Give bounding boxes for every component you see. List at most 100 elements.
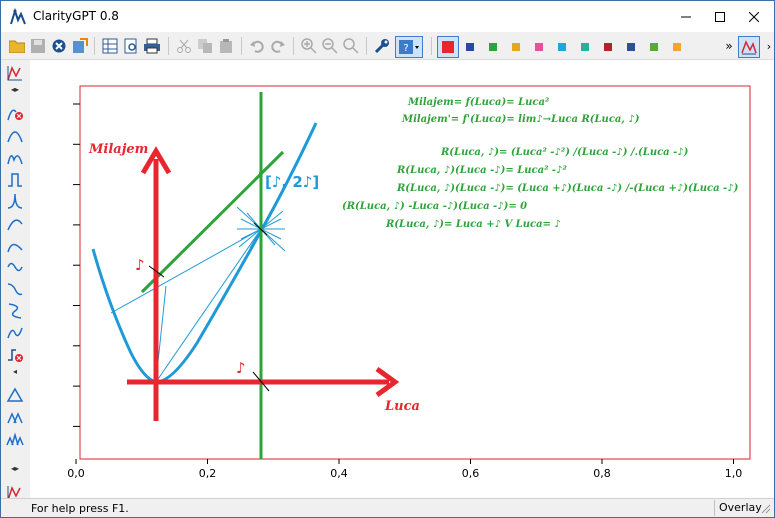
chart-mode-button[interactable] (738, 36, 760, 58)
sidebar-scroll-arrows[interactable]: ◂▸ (6, 85, 24, 95)
curve-sine-icon[interactable] (6, 280, 24, 298)
curve-hump-icon[interactable] (6, 214, 24, 232)
zoom-out-button[interactable] (320, 36, 340, 56)
data-table-button[interactable] (100, 36, 120, 56)
window-title: ClarityGPT 0.8 (33, 9, 119, 23)
maximize-icon (715, 11, 725, 22)
curve-skew-icon[interactable] (6, 236, 24, 254)
color-swatch-6[interactable] (581, 43, 589, 51)
chart-line-icon (741, 40, 757, 55)
triangle-pair-icon[interactable] (6, 408, 24, 426)
minimize-icon (681, 16, 691, 17)
plot-svg: 0,0 0,2 0,4 0,6 0,8 1,0 Milajem Luca ♪ ♪… (67, 85, 751, 480)
status-mode-panel: Overlay (714, 500, 767, 516)
zoom-in-button[interactable] (299, 36, 319, 56)
curve-s-icon[interactable] (6, 302, 24, 320)
sidebar-scroll-arrows[interactable]: ◂ (6, 367, 24, 377)
curve-step-icon[interactable] (6, 170, 24, 188)
cut-button[interactable] (174, 36, 194, 56)
zoom-in-icon (301, 38, 317, 54)
color-swatch-10[interactable] (673, 43, 681, 51)
color-swatch-1[interactable] (466, 43, 474, 51)
curve-double-peak-icon[interactable] (6, 148, 24, 166)
print-preview-icon (124, 38, 137, 54)
help-dropdown-button[interactable]: ? (395, 36, 423, 58)
save-button[interactable] (28, 36, 48, 56)
export-icon (73, 38, 88, 53)
color-swatch-4[interactable] (535, 43, 543, 51)
x-axis-label: Luca (384, 399, 420, 414)
copy-icon (198, 39, 212, 53)
formula-line-4: R(Luca, ♪)(Luca -♪)= Luca² -♪² (396, 165, 567, 176)
x-tick-label: 0,0 (67, 467, 85, 480)
stop-button[interactable] (49, 36, 69, 56)
curve-peak-icon[interactable] (6, 126, 24, 144)
close-icon (749, 11, 759, 22)
x-axis-ticks: 0,0 0,2 0,4 0,6 0,8 1,0 (67, 459, 742, 480)
color-swatch-7[interactable] (604, 43, 612, 51)
formula-line-2: Milajem'= f'(Luca)= lim♪→Luca R(Luca, ♪) (401, 114, 640, 125)
curve-cosine-icon[interactable] (6, 324, 24, 342)
color-swatch-3[interactable] (512, 43, 520, 51)
curve-rise-icon[interactable] (6, 192, 24, 210)
settings-button[interactable] (372, 36, 392, 56)
triangle-shape-icon[interactable] (6, 386, 24, 404)
toolbar-overflow-button[interactable]: » (719, 36, 739, 56)
color-swatch-9[interactable] (650, 43, 658, 51)
toolbar-more-button[interactable]: › (759, 36, 774, 56)
toolbar-separator (241, 37, 242, 55)
cancel-circle-icon (52, 39, 66, 53)
toolbar-separator (431, 37, 432, 55)
redo-icon (271, 40, 285, 53)
minimize-button[interactable] (670, 1, 702, 32)
x-tick-label: 0,2 (199, 467, 217, 480)
resize-grip-icon[interactable] (761, 504, 771, 514)
close-button[interactable] (738, 1, 770, 32)
zoom-fit-icon (343, 38, 359, 54)
cut-icon (177, 39, 191, 53)
tangent-point (259, 171, 263, 175)
redo-button[interactable] (268, 36, 288, 56)
y-axis-label: Milajem (88, 142, 148, 157)
main-toolbar: ? » › (1, 33, 774, 60)
folder-icon (9, 40, 25, 53)
x-tick-label: 0,8 (593, 467, 611, 480)
triangle-triple-icon[interactable] (6, 430, 24, 448)
help-icon: ? (399, 40, 419, 54)
color-swatch-8[interactable] (627, 43, 635, 51)
print-preview-button[interactable] (121, 36, 141, 56)
paste-button[interactable] (216, 36, 236, 56)
step-delete-icon[interactable] (6, 346, 24, 364)
toolbar-separator (94, 37, 95, 55)
app-logo-icon (10, 8, 26, 25)
open-button[interactable] (7, 36, 27, 56)
save-icon (31, 39, 45, 53)
undo-button[interactable] (247, 36, 267, 56)
plot-canvas[interactable]: 0,0 0,2 0,4 0,6 0,8 1,0 Milajem Luca ♪ ♪… (30, 60, 774, 498)
print-button[interactable] (142, 36, 162, 56)
formula-line-6: (R(Luca, ♪) -Luca -♪)(Luca -♪)= 0 (342, 201, 527, 212)
curve-wave-icon[interactable] (6, 258, 24, 276)
app-window: ClarityGPT 0.8 ? » › ◂▸ ◂ ◂▸ 0,0 0,2 0,4… (0, 0, 775, 518)
graph-tool-icon[interactable] (6, 64, 24, 82)
zoom-fit-button[interactable] (341, 36, 361, 56)
tool-sidebar: ◂▸ ◂ ◂▸ (1, 60, 29, 501)
sidebar-scroll-arrows[interactable]: ◂▸ (6, 464, 24, 474)
status-bar: For help press F1. Overlay (1, 498, 774, 517)
status-help-text: For help press F1. (31, 502, 129, 515)
undo-icon (250, 40, 264, 53)
function-delete-icon[interactable] (6, 104, 24, 122)
copy-button[interactable] (195, 36, 215, 56)
x-tick-label: 0,4 (330, 467, 348, 480)
color-swatch-5[interactable] (558, 43, 566, 51)
formula-line-7: R(Luca, ♪)= Luca +♪ V Luca= ♪ (385, 219, 561, 230)
printer-icon (144, 38, 160, 54)
y-axis-ticks (73, 103, 80, 427)
paste-icon (220, 39, 232, 53)
x-tick-label: 0,6 (462, 467, 480, 480)
export-button[interactable] (70, 36, 90, 56)
maximize-button[interactable] (704, 1, 736, 32)
color-red-selected[interactable] (437, 36, 459, 58)
color-swatch-2[interactable] (489, 43, 497, 51)
zoom-out-icon (322, 38, 338, 54)
